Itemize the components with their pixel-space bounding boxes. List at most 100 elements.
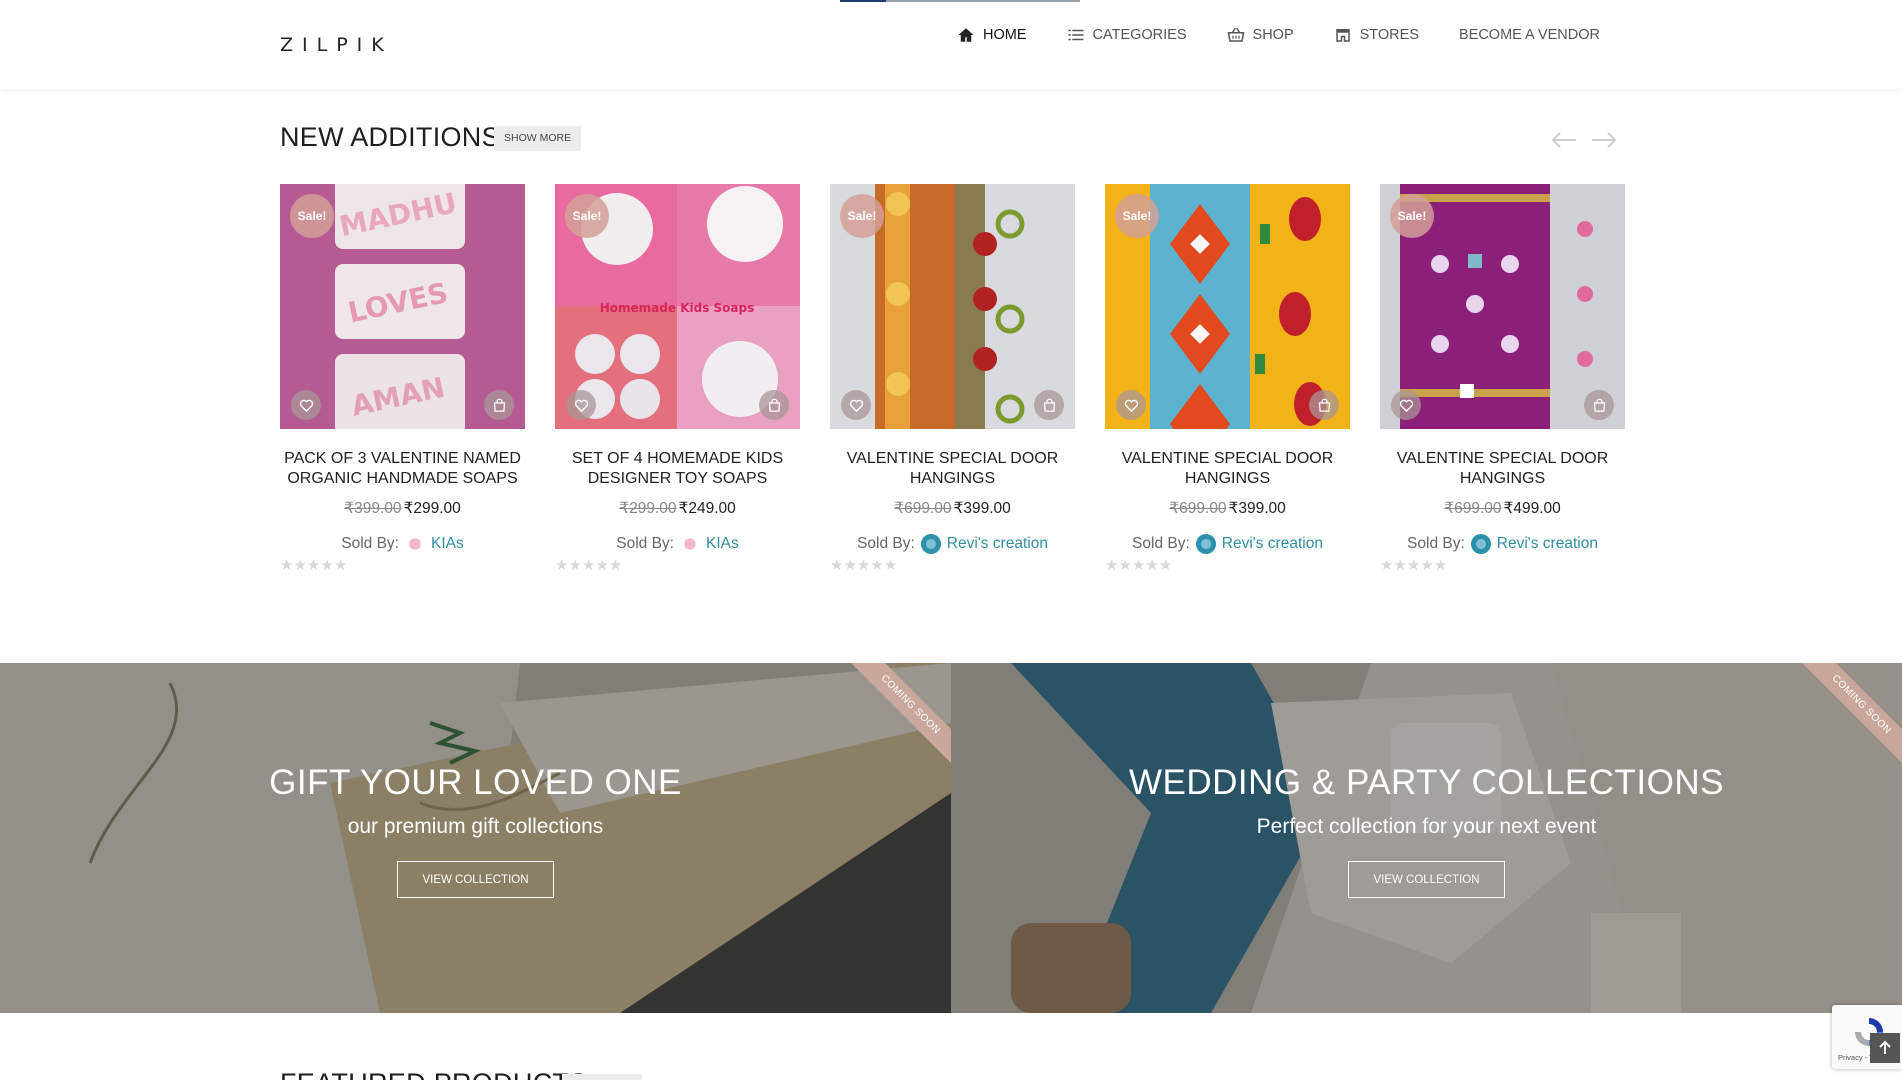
basket-icon <box>1227 27 1244 42</box>
add-to-cart-button[interactable] <box>1034 390 1064 420</box>
sold-by-label: Sold By: <box>616 535 674 552</box>
banner-content: GIFT YOUR LOVED ONE our premium gift col… <box>0 763 951 898</box>
store-icon <box>1335 29 1350 42</box>
add-to-cart-button[interactable] <box>759 390 789 420</box>
product-name[interactable]: VALENTINE SPECIAL DOOR HANGINGS <box>830 449 1075 489</box>
rating-stars: ★ ★ ★ ★ ★ <box>1380 557 1447 574</box>
nav-shop-label: SHOP <box>1252 27 1294 43</box>
product-card[interactable]: Homemade Kids Soaps Sale! SET OF 4 HOMEM… <box>555 184 800 574</box>
product-name[interactable]: SET OF 4 HOMEMADE KIDS DESIGNER TOY SOAP… <box>555 449 800 489</box>
nav-become-vendor[interactable]: BECOME A VENDOR <box>1459 27 1600 43</box>
sale-badge: Sale! <box>840 194 884 238</box>
product-image[interactable]: MADHU LOVES AMAN Sale! <box>280 184 525 429</box>
featured-products-title: FEATURED PRODUCTS <box>280 1068 588 1080</box>
sale-price: ₹399.00 <box>953 500 1011 517</box>
nav-shop[interactable]: SHOP <box>1227 26 1294 44</box>
product-card[interactable]: Sale! VALENTINE SPECIAL DOOR HANGINGS ₹6… <box>830 184 1075 574</box>
old-price: ₹699.00 <box>1169 500 1227 517</box>
wishlist-button[interactable] <box>841 390 871 420</box>
vendor-link[interactable]: Revi's creation <box>947 535 1048 553</box>
header-progress-line <box>840 0 1080 2</box>
old-price: ₹299.00 <box>619 500 677 517</box>
wedding-collection-banner: COMING SOON WEDDING & PARTY COLLECTIONS … <box>951 663 1902 1013</box>
sold-by-label: Sold By: <box>1407 535 1465 552</box>
show-more-button[interactable]: SHOW MORE <box>494 126 582 151</box>
nav-categories-label: CATEGORIES <box>1092 27 1187 43</box>
gift-collection-banner: COMING SOON GIFT YOUR LOVED ONE our prem… <box>0 663 951 1013</box>
nav-stores-label: STORES <box>1359 27 1419 43</box>
banner-subtitle: our premium gift collections <box>347 815 604 838</box>
sale-badge: Sale! <box>565 194 609 238</box>
old-price: ₹699.00 <box>894 500 952 517</box>
featured-show-more-button[interactable] <box>562 1074 642 1080</box>
banner-subtitle: Perfect collection for your next event <box>1256 815 1597 838</box>
banner-title: WEDDING & PARTY COLLECTIONS <box>1129 763 1724 802</box>
vendor-logo-icon <box>405 534 425 554</box>
add-to-cart-button[interactable] <box>484 390 514 420</box>
add-to-cart-button[interactable] <box>1309 390 1339 420</box>
vendor-link[interactable]: KIAs <box>706 535 739 553</box>
product-image[interactable]: Homemade Kids Soaps Sale! <box>555 184 800 429</box>
sold-by-label: Sold By: <box>857 535 915 552</box>
nav-home[interactable]: HOME <box>957 26 1027 44</box>
arrow-right-icon <box>1592 132 1617 148</box>
seller-info: Sold By: KIAs <box>555 534 800 554</box>
shopping-bag-icon <box>1593 398 1605 412</box>
rating-stars: ★ ★ ★ ★ ★ <box>555 557 622 574</box>
wishlist-button[interactable] <box>291 390 321 420</box>
product-card[interactable]: Sale! VALENTINE SPECIAL DOOR HANGINGS ₹6… <box>1105 184 1350 574</box>
vendor-link[interactable]: Revi's creation <box>1497 535 1598 553</box>
banner-content: WEDDING & PARTY COLLECTIONS Perfect coll… <box>951 763 1902 898</box>
sale-badge: Sale! <box>1390 194 1434 238</box>
vendor-link[interactable]: Revi's creation <box>1222 535 1323 553</box>
heart-icon <box>1399 399 1413 412</box>
sale-price: ₹249.00 <box>678 500 736 517</box>
toy-soap-text: Homemade Kids Soaps <box>600 301 754 315</box>
sale-price: ₹399.00 <box>1228 500 1286 517</box>
product-price: ₹699.00 ₹499.00 <box>1380 499 1625 518</box>
arrow-up-icon <box>1879 1040 1891 1054</box>
product-card[interactable]: Sale! VALENTINE SPECIAL DOOR HANGINGS ₹6… <box>1380 184 1625 574</box>
sale-badge: Sale! <box>290 194 334 238</box>
view-collection-button[interactable]: VIEW COLLECTION <box>397 861 554 898</box>
product-name[interactable]: VALENTINE SPECIAL DOOR HANGINGS <box>1105 449 1350 489</box>
list-icon <box>1068 29 1084 41</box>
shopping-bag-icon <box>768 398 780 412</box>
view-collection-button[interactable]: VIEW COLLECTION <box>1348 861 1505 898</box>
rating-stars: ★ ★ ★ ★ ★ <box>1105 557 1172 574</box>
seller-info: Sold By: Revi's creation <box>1105 534 1350 554</box>
wishlist-button[interactable] <box>1116 390 1146 420</box>
heart-icon <box>574 399 588 412</box>
sold-by-label: Sold By: <box>341 535 399 552</box>
sale-price: ₹499.00 <box>1503 500 1561 517</box>
product-price: ₹699.00 ₹399.00 <box>830 499 1075 518</box>
vendor-logo-icon <box>1195 534 1216 554</box>
carousel-next-button[interactable] <box>1590 128 1618 152</box>
home-icon <box>958 28 974 42</box>
wishlist-button[interactable] <box>566 390 596 420</box>
carousel-prev-button[interactable] <box>1550 128 1578 152</box>
wishlist-button[interactable] <box>1391 390 1421 420</box>
product-image[interactable]: Sale! <box>1105 184 1350 429</box>
product-card[interactable]: MADHU LOVES AMAN Sale! PACK OF 3 VALENTI… <box>280 184 525 574</box>
seller-info: Sold By: Revi's creation <box>1380 534 1625 554</box>
sale-price: ₹299.00 <box>403 500 461 517</box>
vendor-link[interactable]: KIAs <box>431 535 464 553</box>
product-image[interactable]: Sale! <box>830 184 1075 429</box>
add-to-cart-button[interactable] <box>1584 390 1614 420</box>
shopping-bag-icon <box>493 398 505 412</box>
seller-info: Sold By: Revi's creation <box>830 534 1075 554</box>
product-name[interactable]: PACK OF 3 VALENTINE NAMED ORGANIC HANDMA… <box>280 449 525 489</box>
vendor-logo-icon <box>1470 534 1491 554</box>
nav-become-vendor-label: BECOME A VENDOR <box>1458 27 1600 43</box>
site-logo[interactable]: ZILPIK <box>280 34 393 56</box>
back-to-top-button[interactable] <box>1870 1033 1900 1063</box>
heart-icon <box>849 399 863 412</box>
nav-stores[interactable]: STORES <box>1334 26 1419 44</box>
main-nav: HOME CATEGORIES SHOP STORES BECOME A VEN… <box>917 24 1600 46</box>
nav-home-label: HOME <box>983 27 1027 43</box>
product-name[interactable]: VALENTINE SPECIAL DOOR HANGINGS <box>1380 449 1625 489</box>
product-image[interactable]: Sale! <box>1380 184 1625 429</box>
old-price: ₹699.00 <box>1444 500 1502 517</box>
nav-categories[interactable]: CATEGORIES <box>1067 26 1187 44</box>
